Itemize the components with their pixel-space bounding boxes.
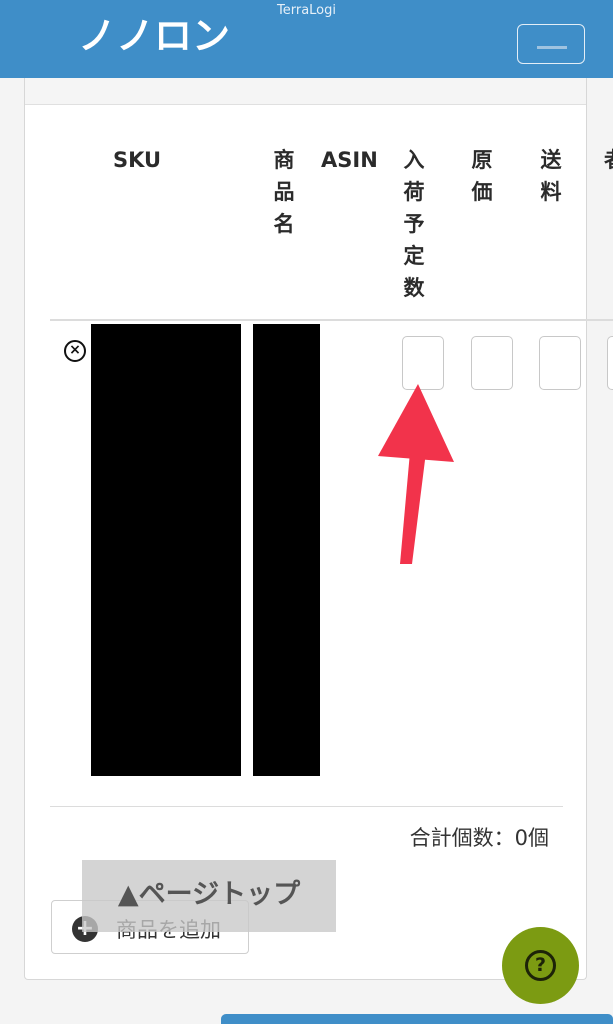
cost-input[interactable] — [471, 336, 513, 390]
page-top-button[interactable]: ▲ページトップ — [82, 860, 336, 932]
redacted-product-name — [253, 324, 320, 776]
shipping-input[interactable] — [539, 336, 581, 390]
submit-button-partial[interactable] — [221, 1014, 613, 1024]
partial-input[interactable] — [607, 336, 613, 390]
footer-divider — [50, 806, 563, 807]
redacted-sku — [91, 324, 241, 776]
help-button[interactable]: ? — [502, 927, 579, 1004]
total-quantity: 合計個数：0個 — [409, 826, 549, 850]
annotation-arrow-icon — [378, 384, 454, 564]
column-header-product-name: 商 品 名 — [273, 148, 295, 236]
column-header-sku: SKU — [113, 148, 162, 172]
header-divider — [50, 319, 613, 321]
card-header — [25, 78, 586, 105]
hamburger-icon — [537, 46, 567, 49]
column-header-expected-quantity: 入 荷 予 定 数 — [403, 148, 425, 300]
top-navigation-bar: TerraLogi ノノロン — [0, 0, 613, 78]
remove-icon[interactable]: × — [64, 340, 86, 362]
column-header-partial: 者 — [604, 144, 613, 176]
question-icon: ? — [525, 950, 556, 981]
column-header-asin: ASIN — [321, 148, 378, 172]
brand-logo-text[interactable]: ノノロン — [78, 16, 230, 62]
menu-toggle-button[interactable] — [517, 24, 585, 64]
column-header-shipping: 送 料 — [540, 148, 562, 204]
column-header-cost: 原 価 — [471, 148, 493, 204]
